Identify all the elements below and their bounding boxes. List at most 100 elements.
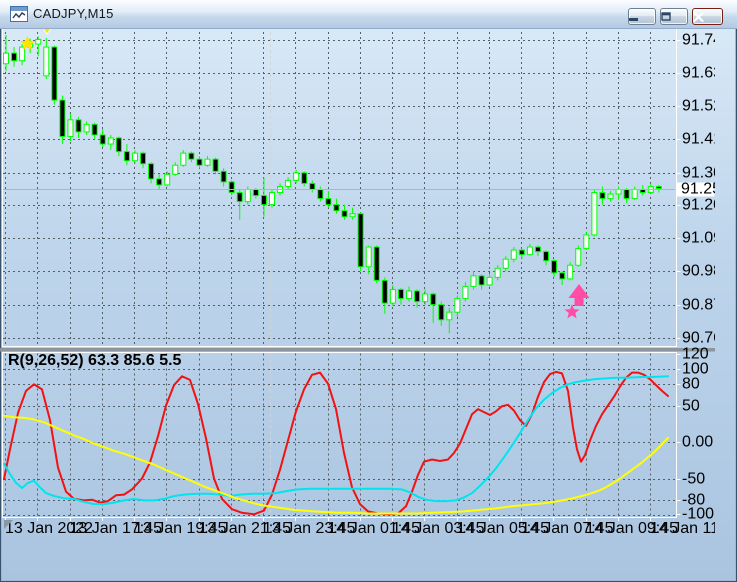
candle [615,186,622,201]
current-price-label: 91.253 [681,181,715,198]
bear-candle-body [140,152,147,165]
candle [212,157,219,175]
bear-candle-body [309,182,316,190]
bear-candle-body [75,119,82,133]
indicator-axis-label: 0.00 [682,434,713,451]
mt4-chart-window: CADJPY,M15 91.745 91.635 91.525 91.415 91.30… [0,0,737,582]
candle [188,151,195,163]
candle [67,113,74,142]
candle [325,191,332,208]
candle [446,307,453,334]
candle [220,168,227,187]
candle [107,134,114,151]
candle [148,162,155,184]
candle [551,259,558,278]
candle [494,265,501,281]
time-axis-label: 14 Jan 11:45 [650,520,715,537]
candle [607,191,614,202]
minimize-button[interactable] [628,8,656,25]
bull-candle-body [244,188,251,203]
window-title: CADJPY,M15 [33,6,114,21]
candle [639,184,646,196]
bear-candle-body [59,99,66,137]
candle [204,156,211,167]
candle [317,186,324,202]
bull-candle-body [164,173,171,186]
bear-candle-body [333,204,340,212]
indicator-name-label: R(9,26,52) 63.3 85.6 5.5 [8,352,182,369]
titlebar[interactable]: CADJPY,M15 [0,0,737,29]
close-button[interactable] [692,8,723,25]
price-axis-label: 90.980 [682,263,715,280]
candle [454,295,461,317]
bull-candle-body [365,246,372,268]
bear-candle-body [414,290,421,303]
candle [180,150,187,167]
bull-candle-body [406,290,412,300]
bear-candle-body [551,260,558,274]
candle [502,256,509,272]
bear-candle-body [301,172,308,184]
candle [99,128,106,148]
candle [75,116,82,138]
candle [591,189,598,237]
candle [526,244,533,257]
maximize-button[interactable] [660,8,688,25]
candle [543,250,550,266]
candle [510,247,517,263]
candle [478,274,485,290]
bull-candle-body [349,213,356,218]
bull-candle-body [293,172,300,181]
candle [406,286,412,302]
candle [575,245,582,267]
bear-candle-body [397,288,404,300]
bull-candle-body [575,248,582,266]
candle [140,151,147,169]
indicator-axis[interactable]: 12010080500.00-50-80-100 [676,346,715,523]
bear-candle-body [534,246,541,253]
bull-candle-body [268,192,275,206]
candle [172,162,179,176]
bull-candle-body [462,285,469,300]
bear-candle-body [260,195,267,206]
panel-splitter[interactable] [0,348,715,352]
candle [268,189,275,208]
window-controls [628,8,723,25]
chart-window-icon [10,6,28,22]
indicator-axis-label: -50 [682,471,705,488]
bear-candle-body [123,151,130,162]
bull-candle-body [486,276,493,286]
close-icon [693,11,704,23]
bear-candle-body [559,272,566,280]
candle [285,177,292,190]
price-axis-label: 90.760 [682,330,715,347]
bull-candle-body [389,288,396,304]
candle [470,271,477,290]
bull-candle-body [204,158,211,166]
candle [623,187,630,204]
price-chart-canvas[interactable]: 91.745 91.635 91.525 91.415 91.305 91.200 91.0… [0,0,737,540]
price-axis-label: 91.745 [682,32,715,49]
bull-candle-body [494,267,501,278]
bull-candle-body [631,188,638,200]
bear-candle-body [196,158,203,166]
candle [115,136,122,157]
bear-candle-body [51,46,58,101]
price-axis-label: 91.525 [682,98,715,115]
bull-candle-body [615,188,622,195]
bear-candle-body [212,158,219,172]
bull-candle-body [470,275,477,287]
time-axis[interactable]: 13 Jan 202213 Jan 17:4513 Jan 19:4513 Ja… [5,518,737,537]
bear-candle-body [228,181,235,194]
bull-candle-body [446,311,453,321]
candle [365,245,372,275]
bear-candle-body [357,213,364,268]
minimize-icon [629,18,638,21]
bull-candle-body [172,164,179,175]
bull-candle-body [526,246,533,256]
indicator-line-yellow [3,414,669,515]
bear-candle-body [11,52,18,62]
price-axis[interactable]: 91.745 91.635 91.525 91.415 91.305 91.200 91.0… [676,32,731,347]
bull-candle-body [510,249,517,260]
bear-candle-body [115,137,122,153]
